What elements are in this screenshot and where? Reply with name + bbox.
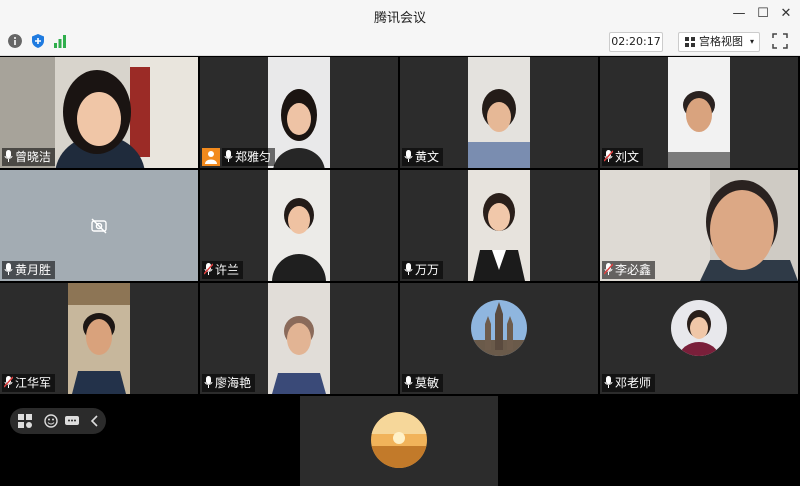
participant-name-tag: 邓老师 [602, 374, 656, 392]
signal-strength-icon[interactable] [53, 34, 67, 48]
video-tile-2[interactable]: 郑雅匀 [200, 57, 398, 168]
video-grid: 曾晓洁 郑雅匀 黄文 刘文 黄月胜 许兰 万万 李必鑫 江华军 廖海艳 莫敏 邓… [0, 57, 800, 486]
microphone-icon [404, 150, 413, 162]
layout-icon[interactable] [18, 414, 32, 428]
participant-name-tag: 莫敏 [402, 374, 444, 392]
participant-name-tag: 曾晓洁 [2, 148, 56, 166]
participant-avatar [371, 412, 427, 468]
security-shield-icon[interactable] [31, 34, 45, 48]
info-icon[interactable] [8, 34, 22, 48]
participant-name-tag: 廖海艳 [202, 374, 256, 392]
chat-icon[interactable] [65, 414, 79, 428]
participant-name-tag: 刘文 [602, 148, 644, 166]
microphone-muted-icon [4, 376, 13, 388]
chevron-down-icon: ▾ [749, 37, 754, 46]
participant-avatar [671, 300, 727, 356]
microphone-icon [224, 150, 233, 162]
participant-video [268, 170, 330, 281]
title-bar: 腾讯会议 — ☐ ✕ [0, 0, 800, 28]
maximize-button[interactable]: ☐ [754, 5, 772, 23]
participant-name-tag: 江华军 [2, 374, 56, 392]
microphone-icon [204, 376, 213, 388]
video-tile-self[interactable] [300, 396, 498, 486]
emoji-icon[interactable] [44, 414, 58, 428]
participant-video [68, 283, 130, 394]
microphone-icon [404, 263, 413, 275]
video-tile-5[interactable]: 黄月胜 [0, 170, 198, 281]
participant-name-tag: 郑雅匀 [222, 148, 276, 166]
fullscreen-icon[interactable] [772, 33, 788, 49]
microphone-icon [4, 150, 13, 162]
video-tile-10[interactable]: 廖海艳 [200, 283, 398, 394]
sunset-avatar-image [371, 412, 427, 468]
participant-video [468, 57, 530, 168]
grid-view-icon [685, 37, 695, 47]
video-tile-6[interactable]: 许兰 [200, 170, 398, 281]
chevron-left-icon[interactable] [88, 414, 102, 428]
video-tile-8[interactable]: 李必鑫 [600, 170, 798, 281]
camera-off-icon [91, 218, 107, 234]
close-button[interactable]: ✕ [777, 5, 795, 23]
cathedral-avatar-image [471, 300, 527, 356]
meeting-timer: 02:20:17 [609, 32, 663, 52]
participant-name-tag: 许兰 [202, 261, 244, 279]
participant-name-tag: 黄文 [402, 148, 444, 166]
view-mode-dropdown[interactable]: 宫格视图 ▾ [678, 32, 760, 52]
participant-name-tag: 万万 [402, 261, 444, 279]
microphone-muted-icon [604, 150, 613, 162]
meeting-toolbar: 02:20:17 宫格视图 ▾ [0, 28, 800, 56]
video-tile-11[interactable]: 莫敏 [400, 283, 598, 394]
microphone-icon [604, 376, 613, 388]
participant-name-tag: 李必鑫 [602, 261, 656, 279]
video-tile-9[interactable]: 江华军 [0, 283, 198, 394]
participant-avatar [471, 300, 527, 356]
participant-video [668, 57, 730, 168]
floating-control-bar [10, 408, 106, 434]
participant-name-tag: 黄月胜 [2, 261, 56, 279]
user-icon [205, 151, 217, 164]
participant-video [468, 170, 530, 281]
participant-video [268, 57, 330, 168]
microphone-icon [404, 376, 413, 388]
video-tile-7[interactable]: 万万 [400, 170, 598, 281]
microphone-muted-icon [604, 263, 613, 275]
host-badge [202, 148, 220, 166]
video-tile-3[interactable]: 黄文 [400, 57, 598, 168]
minimize-button[interactable]: — [730, 5, 748, 23]
microphone-muted-icon [204, 263, 213, 275]
window-title: 腾讯会议 [373, 11, 426, 26]
video-tile-12[interactable]: 邓老师 [600, 283, 798, 394]
portrait-avatar-image [671, 300, 727, 356]
video-tile-4[interactable]: 刘文 [600, 57, 798, 168]
participant-video [268, 283, 330, 394]
microphone-icon [4, 263, 13, 275]
video-tile-1[interactable]: 曾晓洁 [0, 57, 198, 168]
view-mode-label: 宫格视图 [699, 35, 743, 48]
